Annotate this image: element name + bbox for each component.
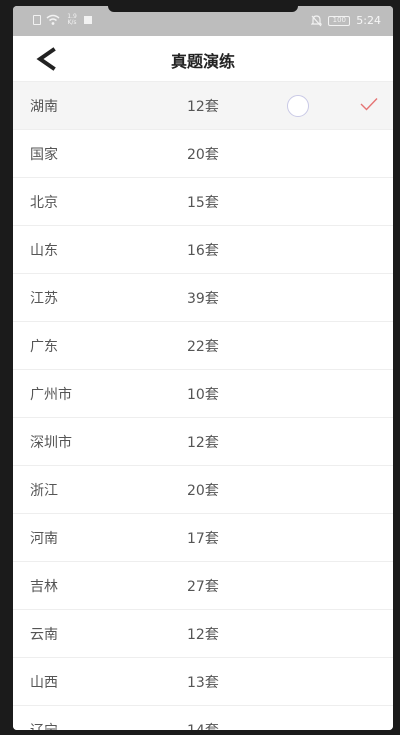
paper-count: 13套 xyxy=(187,675,219,691)
battery-level: 100 xyxy=(332,15,346,24)
region-name: 深圳市 xyxy=(30,435,72,451)
wifi-icon xyxy=(46,14,60,25)
region-name: 江苏 xyxy=(30,291,58,307)
list-item[interactable]: 浙江 20套 xyxy=(13,466,393,514)
region-name: 湖南 xyxy=(30,99,58,115)
region-name: 国家 xyxy=(30,147,58,163)
paper-count: 15套 xyxy=(187,195,219,211)
radio-circle-icon[interactable] xyxy=(287,95,309,117)
paper-count: 16套 xyxy=(187,243,219,259)
list-item[interactable]: 河南 17套 xyxy=(13,514,393,562)
paper-count: 22套 xyxy=(187,339,219,355)
region-name: 山西 xyxy=(30,675,58,691)
paper-count: 14套 xyxy=(187,720,219,730)
paper-count: 12套 xyxy=(187,99,219,115)
paper-count: 10套 xyxy=(187,387,219,403)
battery-icon: 100 xyxy=(328,15,351,26)
clock: 5:24 xyxy=(356,14,381,27)
region-name: 广州市 xyxy=(30,387,72,403)
list-item[interactable]: 辽宁 14套 xyxy=(13,706,393,730)
list-item[interactable]: 广东 22套 xyxy=(13,322,393,370)
paper-count: 12套 xyxy=(187,435,219,451)
paper-count: 20套 xyxy=(187,483,219,499)
checkmark-icon xyxy=(360,98,378,111)
status-right: 100 5:24 xyxy=(311,14,381,27)
region-name: 河南 xyxy=(30,531,58,547)
page-title: 真题演练 xyxy=(170,52,235,71)
region-name: 辽宁 xyxy=(30,720,58,730)
region-list: 湖南 12套 国家 20套 北京 15套 山东 16套 江苏 39套 广东 22套 广州市 10套 深圳市 1… xyxy=(13,82,393,730)
region-name: 浙江 xyxy=(30,483,58,499)
list-item[interactable]: 深圳市 12套 xyxy=(13,418,393,466)
list-item[interactable]: 云南 12套 xyxy=(13,610,393,658)
list-item[interactable]: 北京 15套 xyxy=(13,178,393,226)
paper-count: 12套 xyxy=(187,627,219,643)
phone-screen: 1.9 K/s 100 5:24 真题演练 湖南 12套 国家 20套 北京 15套 山东 1… xyxy=(13,6,393,730)
status-bar: 1.9 K/s 100 5:24 xyxy=(13,6,393,36)
status-left: 1.9 K/s xyxy=(33,14,92,26)
paper-count: 27套 xyxy=(187,579,219,595)
list-item[interactable]: 广州市 10套 xyxy=(13,370,393,418)
list-item[interactable]: 吉林 27套 xyxy=(13,562,393,610)
list-item[interactable]: 国家 20套 xyxy=(13,130,393,178)
camera-notch xyxy=(108,6,298,12)
list-item[interactable]: 山西 13套 xyxy=(13,658,393,706)
paper-count: 39套 xyxy=(187,291,219,307)
list-item[interactable]: 湖南 12套 xyxy=(13,82,393,130)
region-name: 广东 xyxy=(30,339,58,355)
mute-bell-icon xyxy=(311,14,323,26)
region-name: 山东 xyxy=(30,243,58,259)
region-name: 吉林 xyxy=(30,579,58,595)
notification-square-icon xyxy=(84,16,92,24)
paper-count: 17套 xyxy=(187,531,219,547)
paper-count: 20套 xyxy=(187,147,219,163)
notification-doc-icon xyxy=(33,15,41,25)
list-item[interactable]: 山东 16套 xyxy=(13,226,393,274)
list-item[interactable]: 江苏 39套 xyxy=(13,274,393,322)
region-name: 云南 xyxy=(30,627,58,643)
nav-header: 真题演练 xyxy=(13,36,393,82)
network-speed: 1.9 K/s xyxy=(67,13,77,26)
region-name: 北京 xyxy=(30,195,58,211)
